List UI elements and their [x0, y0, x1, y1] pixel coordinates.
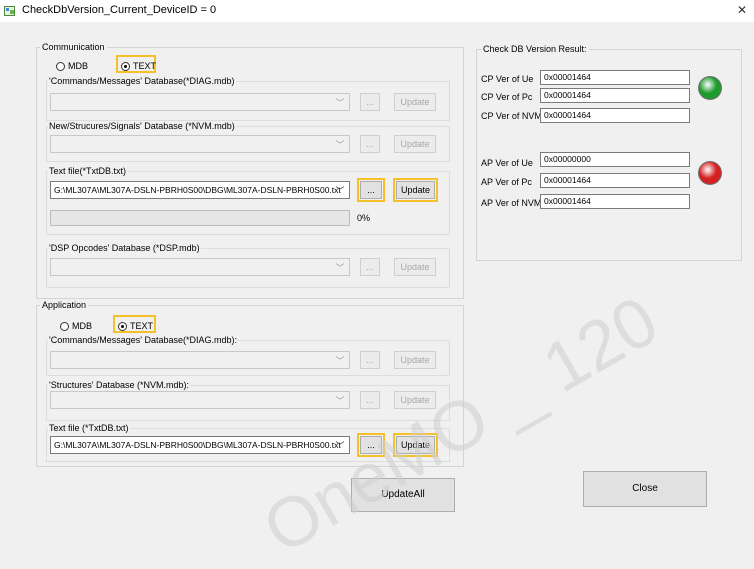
- radio-label: MDB: [68, 61, 88, 71]
- app-textfile-update-button[interactable]: Update: [396, 436, 435, 454]
- comm-commands-update-button[interactable]: Update: [394, 93, 436, 111]
- chevron-down-icon: ﹀: [335, 356, 345, 366]
- close-icon[interactable]: ✕: [737, 3, 747, 17]
- comm-dsp-browse-button[interactable]: ...: [360, 258, 380, 276]
- window-title: CheckDbVersion_Current_DeviceID = 0: [22, 4, 217, 16]
- comm-progress-bar: [50, 210, 350, 226]
- chevron-down-icon: ﹀: [335, 140, 345, 150]
- ap-ue-value: 0x00000000: [540, 152, 690, 167]
- app-structures-browse-button[interactable]: ...: [360, 391, 380, 409]
- cp-nvm-value: 0x00001464: [540, 108, 690, 123]
- app-structures-select[interactable]: ﹀: [50, 391, 350, 409]
- communication-radio-mdb[interactable]: MDB: [56, 61, 88, 71]
- radio-circle: [118, 321, 127, 331]
- comm-nvm-label: New/Strucures/Signals' Database (*NVM.md…: [48, 121, 236, 131]
- chevron-down-icon: ﹀: [335, 186, 345, 196]
- comm-textfile-update-button[interactable]: Update: [396, 181, 435, 199]
- comm-dsp-label: 'DSP Opcodes' Database (*DSP.mdb): [48, 243, 201, 253]
- radio-circle: [56, 61, 65, 71]
- app-commands-browse-button[interactable]: ...: [360, 351, 380, 369]
- radio-circle: [121, 61, 130, 71]
- radio-label: MDB: [72, 321, 92, 331]
- cp-nvm-label: CP Ver of NVM: [481, 111, 542, 121]
- close-button[interactable]: Close: [583, 471, 707, 507]
- app-commands-label: 'Commands/Messages' Database(*DIAG.mdb):: [48, 335, 239, 345]
- app-structures-update-button[interactable]: Update: [394, 391, 436, 409]
- cp-ue-label: CP Ver of Ue: [481, 74, 534, 84]
- comm-progress-label: 0%: [357, 213, 371, 223]
- comm-nvm-browse-button[interactable]: ...: [360, 135, 380, 153]
- comm-commands-browse-button[interactable]: ...: [360, 93, 380, 111]
- combo-value: G:\ML307A\ML307A-DSLN-PBRH0S00\DBG\ML307…: [54, 440, 341, 450]
- app-structures-label: 'Structures' Database (*NVM.mdb):: [48, 380, 190, 390]
- comm-nvm-select[interactable]: ﹀: [50, 135, 350, 153]
- title-bar: CheckDbVersion_Current_DeviceID = 0 ✕: [0, 0, 754, 22]
- chevron-down-icon: ﹀: [335, 98, 345, 108]
- communication-radio-text[interactable]: TEXT: [121, 61, 156, 71]
- comm-commands-label: 'Commands/Messages' Database(*DIAG.mdb): [48, 76, 236, 86]
- app-textfile-browse-button[interactable]: ...: [360, 436, 382, 454]
- ap-nvm-value: 0x00001464: [540, 194, 690, 209]
- chevron-down-icon: ﹀: [335, 441, 345, 451]
- comm-textfile-browse-button[interactable]: ...: [360, 181, 382, 199]
- comm-commands-select[interactable]: ﹀: [50, 93, 350, 111]
- application-radio-mdb[interactable]: MDB: [60, 321, 92, 331]
- radio-label: TEXT: [130, 321, 154, 331]
- comm-dsp-update-button[interactable]: Update: [394, 258, 436, 276]
- application-radio-text[interactable]: TEXT: [118, 321, 153, 331]
- cp-pc-value: 0x00001464: [540, 88, 690, 103]
- comm-nvm-update-button[interactable]: Update: [394, 135, 436, 153]
- chevron-down-icon: ﹀: [335, 263, 345, 273]
- ap-pc-label: AP Ver of Pc: [481, 177, 532, 187]
- ap-status-indicator: [698, 161, 722, 185]
- client-area: Communication MDB TEXT 'Commands/Message…: [12, 28, 754, 513]
- communication-group-title: Communication: [40, 42, 107, 52]
- radio-label: TEXT: [133, 61, 157, 71]
- ap-ue-label: AP Ver of Ue: [481, 158, 533, 168]
- radio-circle: [60, 321, 69, 331]
- app-commands-select[interactable]: ﹀: [50, 351, 350, 369]
- combo-value: G:\ML307A\ML307A-DSLN-PBRH0S00\DBG\ML307…: [54, 185, 341, 195]
- comm-dsp-select[interactable]: ﹀: [50, 258, 350, 276]
- chevron-down-icon: ﹀: [335, 396, 345, 406]
- application-group-title: Application: [40, 300, 89, 310]
- app-icon: [4, 6, 15, 16]
- cp-pc-label: CP Ver of Pc: [481, 92, 533, 102]
- comm-textfile-label: Text file(*TxtDB.txt): [48, 166, 128, 176]
- app-textfile-label: Text file (*TxtDB.txt): [48, 423, 130, 433]
- comm-textfile-select[interactable]: G:\ML307A\ML307A-DSLN-PBRH0S00\DBG\ML307…: [50, 181, 350, 199]
- app-textfile-select[interactable]: G:\ML307A\ML307A-DSLN-PBRH0S00\DBG\ML307…: [50, 436, 350, 454]
- ap-pc-value: 0x00001464: [540, 173, 690, 188]
- ap-nvm-label: AP Ver of NVM: [481, 198, 542, 208]
- cp-ue-value: 0x00001464: [540, 70, 690, 85]
- result-group-title: Check DB Version Result:: [481, 44, 589, 54]
- update-all-button[interactable]: UpdateAll: [351, 478, 455, 512]
- app-commands-update-button[interactable]: Update: [394, 351, 436, 369]
- cp-status-indicator: [698, 76, 722, 100]
